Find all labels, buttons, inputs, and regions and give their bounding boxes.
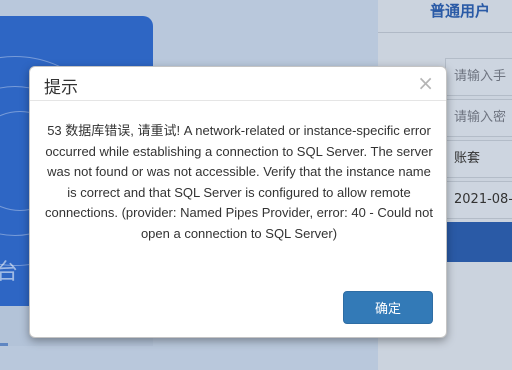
footer-accent <box>0 343 8 346</box>
ok-button[interactable]: 确定 <box>343 291 433 324</box>
login-divider <box>378 32 512 33</box>
hero-text: 台 <box>0 260 19 285</box>
dialog-header: 提示 × <box>30 67 446 101</box>
username-input[interactable]: 请输入手 <box>445 58 512 96</box>
dialog-title: 提示 <box>44 78 78 98</box>
account-set-select[interactable]: 账套 <box>445 140 512 178</box>
error-dialog: 提示 × 53 数据库错误, 请重试! A network-related or… <box>29 66 447 338</box>
dialog-message: 53 数据库错误, 请重试! A network-related or inst… <box>44 123 434 241</box>
login-title: 普通用户 <box>430 2 491 20</box>
login-button[interactable] <box>445 222 512 262</box>
date-input[interactable]: 2021-08- <box>445 181 512 219</box>
password-input[interactable]: 请输入密 <box>445 99 512 137</box>
close-icon[interactable]: × <box>417 73 434 93</box>
